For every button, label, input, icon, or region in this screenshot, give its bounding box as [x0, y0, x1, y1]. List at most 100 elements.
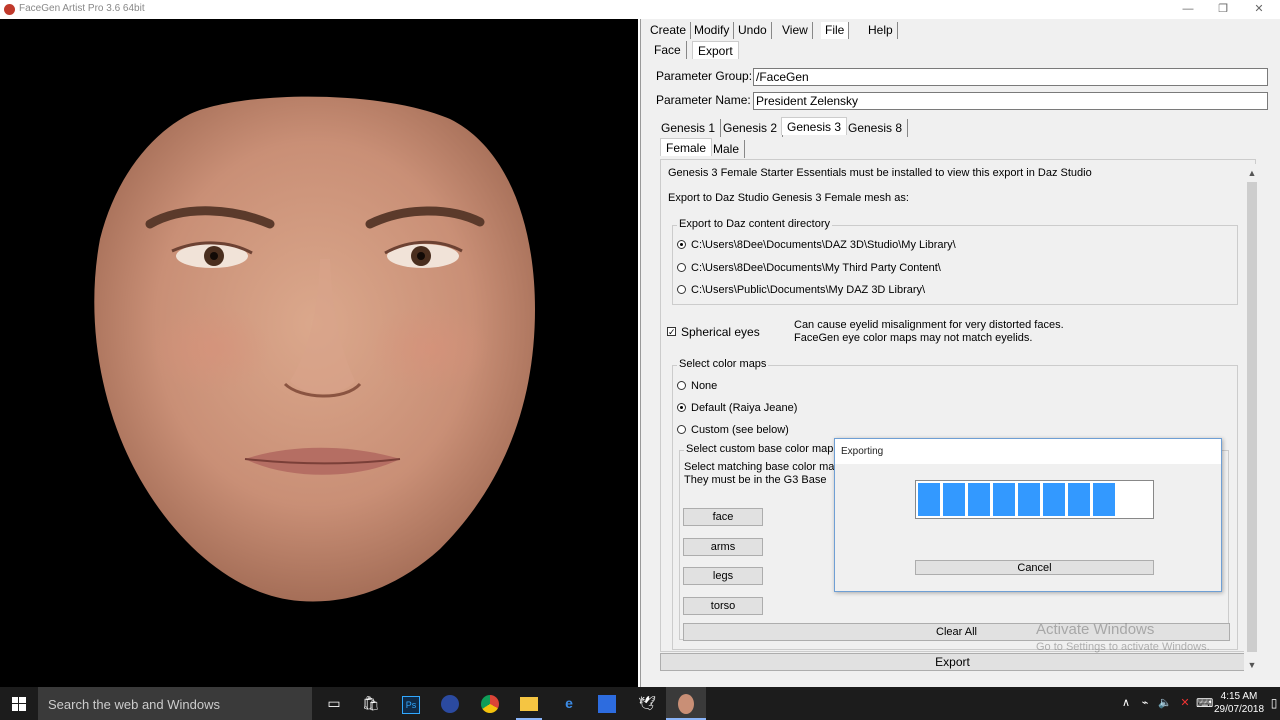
- progress-segment: [1093, 483, 1115, 516]
- keyboard-icon[interactable]: ⌨: [1196, 687, 1213, 720]
- parameter-name-label: Parameter Name:: [656, 93, 751, 107]
- parameter-name-input[interactable]: [753, 92, 1268, 110]
- tab-genesis-3[interactable]: Genesis 3: [781, 117, 848, 135]
- progress-segment: [1018, 483, 1040, 516]
- tab-genesis-8[interactable]: Genesis 8: [843, 119, 909, 137]
- cancel-button[interactable]: Cancel: [915, 560, 1154, 575]
- spherical-note-2: FaceGen eye color maps may not match eye…: [794, 332, 1033, 344]
- title-bar: FaceGen Artist Pro 3.6 64bit — ❐ ✕: [0, 0, 1280, 19]
- arms-map-button[interactable]: arms: [683, 538, 763, 556]
- spherical-eyes-label: Spherical eyes: [681, 325, 760, 339]
- export-button[interactable]: Export: [660, 653, 1245, 671]
- 3d-viewport[interactable]: [0, 19, 638, 687]
- tab-genesis-2[interactable]: Genesis 2: [718, 119, 784, 137]
- window-title: FaceGen Artist Pro 3.6 64bit: [19, 3, 145, 14]
- dir-label-2: C:\Users\8Dee\Documents\My Third Party C…: [691, 262, 941, 274]
- check-icon: ✓: [667, 327, 676, 338]
- radio-icon: [677, 262, 686, 272]
- menu-bar: Create Modify Undo View File Help: [641, 19, 1280, 41]
- dir-label-3: C:\Users\Public\Documents\My DAZ 3D Libr…: [691, 284, 926, 296]
- facegen-taskbar-icon[interactable]: [666, 687, 706, 720]
- dir-radio-1[interactable]: C:\Users\8Dee\Documents\DAZ 3D\Studio\My…: [677, 238, 956, 252]
- store-icon[interactable]: 🛍: [357, 687, 385, 720]
- scroll-up-icon[interactable]: ▲: [1244, 166, 1260, 180]
- menu-view[interactable]: View: [778, 22, 813, 39]
- radio-selected-icon: [677, 402, 686, 412]
- activate-windows-title: Activate Windows: [1036, 621, 1155, 638]
- maximize-button[interactable]: ❐: [1204, 0, 1242, 19]
- menu-undo[interactable]: Undo: [734, 22, 772, 39]
- clock[interactable]: 4:15 AM 29/07/2018: [1214, 690, 1264, 716]
- spherical-eyes-checkbox[interactable]: ✓ Spherical eyes: [667, 325, 760, 339]
- dir-label-1: C:\Users\8Dee\Documents\DAZ 3D\Studio\My…: [691, 239, 956, 251]
- colormap-custom[interactable]: Custom (see below): [677, 423, 789, 437]
- stack-app-icon[interactable]: [594, 687, 620, 720]
- chrome-icon[interactable]: [477, 687, 503, 720]
- progress-segment: [1043, 483, 1065, 516]
- color-map-title: Select color maps: [677, 358, 769, 370]
- torso-map-button[interactable]: torso: [683, 597, 763, 615]
- cinema4d-icon[interactable]: [437, 687, 463, 720]
- directory-group-title: Export to Daz content directory: [677, 218, 833, 230]
- tab-genesis-1[interactable]: Genesis 1: [656, 119, 722, 137]
- dir-radio-3[interactable]: C:\Users\Public\Documents\My DAZ 3D Libr…: [677, 283, 925, 297]
- app-icon: [4, 4, 15, 15]
- search-box[interactable]: Search the web and Windows: [38, 687, 312, 720]
- menu-help[interactable]: Help: [864, 22, 898, 39]
- parameter-group-label: Parameter Group:: [656, 69, 753, 83]
- edge-icon[interactable]: e: [556, 687, 582, 720]
- colormap-none[interactable]: None: [677, 379, 717, 393]
- export-progress-bar: [915, 480, 1154, 519]
- bird-app-icon[interactable]: 🕊: [634, 687, 660, 720]
- network-icon[interactable]: ⌁: [1138, 687, 1152, 720]
- radio-icon: [677, 380, 686, 390]
- minimize-button[interactable]: —: [1169, 0, 1207, 19]
- windows-icon: [12, 697, 26, 712]
- menu-file[interactable]: File: [821, 22, 850, 39]
- file-explorer-icon[interactable]: [516, 687, 542, 720]
- menu-create[interactable]: Create: [646, 22, 692, 39]
- tab-male[interactable]: Male: [708, 140, 746, 158]
- tab-export[interactable]: Export: [692, 41, 739, 59]
- tab-face[interactable]: Face: [649, 41, 687, 59]
- close-button[interactable]: ✕: [1240, 0, 1278, 19]
- volume-icon[interactable]: 🔈: [1158, 687, 1172, 720]
- colormap-default[interactable]: Default (Raiya Jeane): [677, 401, 797, 415]
- clock-time: 4:15 AM: [1220, 691, 1258, 702]
- chevron-up-icon[interactable]: ∧: [1119, 687, 1133, 720]
- scroll-thumb[interactable]: [1247, 182, 1257, 652]
- search-placeholder: Search the web and Windows: [48, 697, 220, 712]
- radio-icon: [677, 424, 686, 434]
- notifications-icon[interactable]: ▯: [1268, 687, 1280, 720]
- menu-modify[interactable]: Modify: [690, 22, 735, 39]
- custom-note-1: Select matching base color ma: [684, 461, 835, 473]
- progress-segment: [1068, 483, 1090, 516]
- custom-note-2: They must be in the G3 Base: [684, 474, 827, 486]
- taskbar: Search the web and Windows ▭ 🛍 Ps e 🕊 ∧ …: [0, 687, 1280, 720]
- progress-segment: [968, 483, 990, 516]
- legs-map-button[interactable]: legs: [683, 567, 763, 585]
- radio-selected-icon: [677, 239, 686, 249]
- task-view-icon[interactable]: ▭: [320, 687, 348, 720]
- directory-group: Export to Daz content directory C:\Users…: [672, 218, 1238, 305]
- parameter-group-input[interactable]: [753, 68, 1268, 86]
- progress-segment: [993, 483, 1015, 516]
- custom-map-title: Select custom base color map: [684, 443, 836, 455]
- start-button[interactable]: [0, 687, 38, 720]
- colormap-custom-label: Custom (see below): [691, 424, 789, 436]
- colormap-none-label: None: [691, 380, 718, 392]
- content-scrollbar[interactable]: ▲ ▼: [1244, 164, 1260, 674]
- photoshop-icon[interactable]: Ps: [398, 687, 424, 720]
- exporting-dialog: Exporting Cancel: [834, 438, 1222, 592]
- tab-female[interactable]: Female: [660, 138, 713, 156]
- dir-radio-2[interactable]: C:\Users\8Dee\Documents\My Third Party C…: [677, 261, 941, 275]
- scroll-down-icon[interactable]: ▼: [1244, 658, 1260, 672]
- export-to-text: Export to Daz Studio Genesis 3 Female me…: [668, 192, 909, 204]
- face-map-button[interactable]: face: [683, 508, 763, 526]
- progress-segment: [918, 483, 940, 516]
- clock-date: 29/07/2018: [1214, 704, 1265, 715]
- face-render: [94, 96, 536, 602]
- notice-text: Genesis 3 Female Starter Essentials must…: [668, 167, 1092, 179]
- status-icon[interactable]: ✕: [1178, 687, 1192, 720]
- radio-icon: [677, 284, 686, 294]
